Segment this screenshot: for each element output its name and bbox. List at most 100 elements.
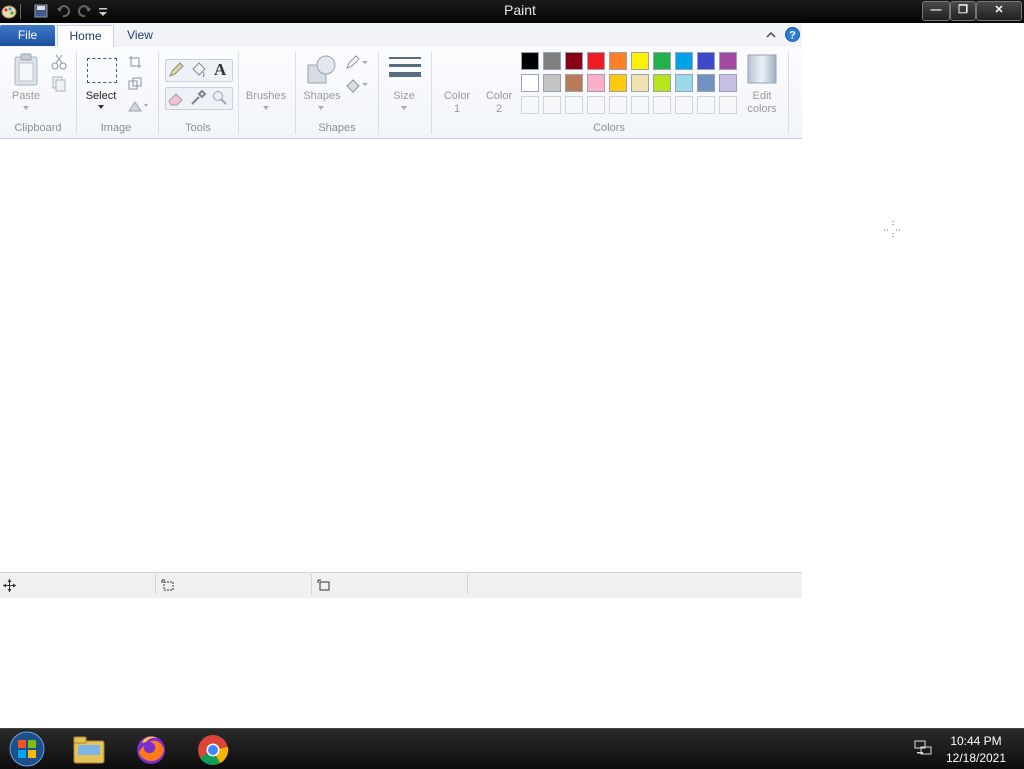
paste-button-label[interactable]: Paste <box>4 90 48 102</box>
custom-color-slot[interactable] <box>565 96 583 114</box>
status-divider <box>155 574 156 595</box>
group-separator <box>76 52 77 134</box>
color-swatch[interactable] <box>521 74 539 92</box>
custom-color-slot[interactable] <box>719 96 737 114</box>
custom-color-slot[interactable] <box>521 96 539 114</box>
color-swatch[interactable] <box>653 74 671 92</box>
tab-view[interactable]: View <box>115 25 165 46</box>
text-tool-icon[interactable]: A <box>214 60 230 79</box>
color-swatch[interactable] <box>565 74 583 92</box>
color-swatch[interactable] <box>609 74 627 92</box>
custom-color-slot[interactable] <box>587 96 605 114</box>
resize-icon[interactable] <box>128 77 142 91</box>
magnifier-icon[interactable] <box>212 90 228 106</box>
drawing-canvas[interactable] <box>0 139 802 571</box>
color-swatch[interactable] <box>697 52 715 70</box>
color-palette <box>521 52 741 118</box>
color-swatch[interactable] <box>587 52 605 70</box>
color-swatch[interactable] <box>543 52 561 70</box>
network-icon[interactable] <box>914 738 932 756</box>
paint-app-icon[interactable] <box>1 3 17 19</box>
paste-icon[interactable] <box>12 53 40 87</box>
cut-icon[interactable] <box>51 54 67 70</box>
edit-colors-icon[interactable] <box>747 54 777 84</box>
group-separator <box>378 52 379 134</box>
svg-text:?: ? <box>789 30 796 42</box>
copy-icon[interactable] <box>51 76 67 92</box>
color-swatch[interactable] <box>543 74 561 92</box>
color1-label-line2: 1 <box>453 103 461 115</box>
color-swatch[interactable] <box>521 52 539 70</box>
group-separator <box>431 52 432 134</box>
shapes-dropdown-icon[interactable] <box>317 105 325 111</box>
custom-color-slot[interactable] <box>653 96 671 114</box>
color-swatch[interactable] <box>719 52 737 70</box>
pencil-icon[interactable] <box>168 62 184 78</box>
size-button-label[interactable]: Size <box>384 90 424 102</box>
eraser-icon[interactable] <box>168 90 184 106</box>
start-button-icon[interactable] <box>7 730 47 768</box>
color1-button[interactable]: Color 1 <box>437 90 477 116</box>
group-separator <box>788 52 789 134</box>
save-icon[interactable] <box>34 3 48 19</box>
tab-file[interactable]: File <box>0 25 55 46</box>
minimize-ribbon-icon[interactable] <box>765 29 777 41</box>
clock-time[interactable]: 10:44 PM <box>946 734 1006 748</box>
rotate-icon[interactable] <box>127 99 149 113</box>
help-icon[interactable]: ? <box>785 27 800 42</box>
color-swatch[interactable] <box>631 74 649 92</box>
shapes-button-label[interactable]: Shapes <box>299 90 345 102</box>
restore-button[interactable]: ❐ <box>950 1 976 21</box>
edit-colors-button[interactable]: Edit colors <box>739 90 785 116</box>
color-swatch[interactable] <box>631 52 649 70</box>
chrome-icon[interactable] <box>196 733 230 765</box>
color-swatch[interactable] <box>675 74 693 92</box>
clock-date[interactable]: 12/18/2021 <box>940 751 1012 765</box>
color-swatch[interactable] <box>719 74 737 92</box>
color2-button[interactable]: Color 2 <box>479 90 519 116</box>
color-swatch[interactable] <box>653 52 671 70</box>
select-button-label[interactable]: Select <box>80 90 122 102</box>
qat-divider <box>20 4 21 19</box>
outline-icon[interactable] <box>345 55 369 71</box>
tools-group-label: Tools <box>185 122 211 134</box>
select-icon[interactable] <box>87 58 117 83</box>
color-swatch[interactable] <box>565 52 583 70</box>
file-explorer-icon[interactable] <box>72 733 106 765</box>
group-separator <box>238 52 239 134</box>
size-dropdown-icon[interactable] <box>400 105 408 111</box>
brushes-button-label[interactable]: Brushes <box>242 90 290 102</box>
color2-label-line1: Color <box>485 90 513 102</box>
shape-fill-icon[interactable] <box>345 77 369 93</box>
clipboard-group-label: Clipboard <box>14 122 62 134</box>
title-bar: Paint <box>0 0 1024 23</box>
close-button[interactable]: ✕ <box>976 1 1022 21</box>
redo-icon[interactable] <box>78 3 92 19</box>
crop-icon[interactable] <box>128 55 142 69</box>
brushes-dropdown-icon[interactable] <box>262 105 270 111</box>
fill-bucket-icon[interactable] <box>190 62 206 78</box>
custom-color-slot[interactable] <box>609 96 627 114</box>
color-swatch[interactable] <box>587 74 605 92</box>
size-icon[interactable] <box>388 55 422 83</box>
minimize-button[interactable]: — <box>922 1 950 21</box>
undo-icon[interactable] <box>56 3 70 19</box>
shapes-icon[interactable] <box>306 53 338 87</box>
customize-qat-icon[interactable] <box>97 3 109 19</box>
custom-color-slot[interactable] <box>675 96 693 114</box>
firefox-icon[interactable] <box>134 733 168 765</box>
custom-color-slot[interactable] <box>631 96 649 114</box>
color-swatch[interactable] <box>697 74 715 92</box>
tab-home[interactable]: Home <box>57 25 114 48</box>
color2-label-line2: 2 <box>495 103 503 115</box>
select-dropdown-icon[interactable] <box>97 104 105 110</box>
color-swatch[interactable] <box>675 52 693 70</box>
image-group-label: Image <box>100 122 132 134</box>
status-divider <box>311 574 312 595</box>
paste-dropdown-icon[interactable] <box>22 105 30 111</box>
edit-colors-label-line2: colors <box>747 103 777 115</box>
color-swatch[interactable] <box>609 52 627 70</box>
color-picker-icon[interactable] <box>190 90 206 106</box>
custom-color-slot[interactable] <box>543 96 561 114</box>
custom-color-slot[interactable] <box>697 96 715 114</box>
